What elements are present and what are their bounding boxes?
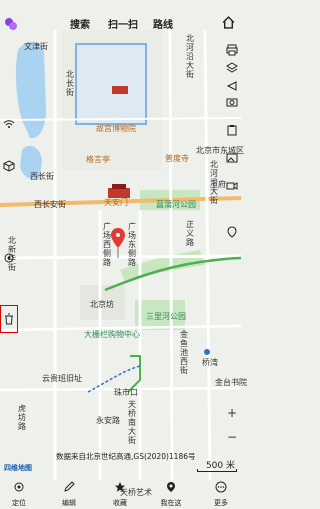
favorite-button[interactable]: 收藏 (105, 478, 135, 508)
location-icon[interactable] (226, 226, 238, 238)
app-logo-icon[interactable] (4, 17, 18, 31)
locate-button[interactable]: 定位 (4, 478, 34, 508)
route-tab[interactable]: 路线 (153, 16, 173, 31)
pencil-icon (64, 481, 75, 492)
box-3d-icon[interactable] (3, 160, 15, 172)
map-label: 正义路 (186, 220, 194, 247)
map-label: 西长街 (30, 172, 54, 181)
copyright-text: 数据来自北京世纪高通,GS(2020)1186号 (56, 452, 196, 461)
search-tab[interactable]: 搜索 (70, 16, 90, 31)
trash-button[interactable] (0, 305, 18, 333)
map-canvas[interactable] (0, 0, 241, 509)
map-label-park: 大栅栏购物中心 (84, 330, 140, 339)
more-button[interactable]: 更多 (206, 478, 236, 508)
wifi-icon[interactable] (3, 118, 15, 130)
map-label-poi: 故宫博物院 (96, 124, 136, 133)
map-label: 金台书院 (215, 378, 247, 387)
pin-icon (167, 482, 175, 492)
map-label-park: 三里河公园 (146, 312, 186, 321)
star-icon (115, 482, 125, 492)
printer-icon[interactable] (226, 44, 238, 56)
zoom-out-button[interactable]: − (225, 430, 239, 444)
map-label: 永安路 (96, 416, 120, 425)
home-icon[interactable] (222, 16, 235, 29)
more-label: 更多 (214, 499, 228, 507)
scan-tab[interactable]: 扫一扫 (108, 16, 138, 31)
scale-bar (197, 469, 237, 472)
map-label: 金鱼池西街 (180, 330, 188, 375)
layers-icon[interactable] (226, 62, 238, 74)
crosshair-icon (14, 482, 24, 492)
map-label-poi: 格言亭 (86, 155, 110, 164)
map-label: 广场西侧路 (103, 222, 111, 267)
map-label: 天桥南大街 (128, 400, 136, 445)
settings-icon[interactable] (3, 252, 15, 264)
zoom-in-button[interactable]: + (225, 406, 239, 420)
brand-logo: 四维地图 (4, 464, 32, 472)
map-label: 云贵班旧址 (42, 374, 82, 383)
map-label-poi: 普度寺 (165, 154, 189, 163)
map-label: 珠市口 (114, 388, 138, 397)
map-label: 桥湾 (202, 358, 218, 367)
map-label: 王府 (210, 180, 226, 189)
where-label: 我在这 (160, 499, 182, 507)
favorite-label: 收藏 (113, 499, 127, 507)
map-label: 北京坊 (90, 300, 114, 309)
map-label: 北长街 (66, 70, 74, 97)
edit-label: 编辑 (62, 499, 76, 507)
map-label-poi: 天安门 (104, 198, 128, 207)
map-label-park: 菖蒲河公园 (156, 200, 196, 209)
trash-icon (5, 313, 13, 325)
where-button[interactable]: 我在这 (156, 478, 186, 508)
share-icon[interactable] (226, 80, 238, 92)
map-label: 广场东侧路 (128, 222, 136, 267)
map-label: 西长安街 (34, 200, 66, 209)
edit-button[interactable]: 编辑 (54, 478, 84, 508)
more-icon (215, 481, 227, 493)
map-label: 虎坊路 (18, 404, 26, 431)
video-icon[interactable] (226, 180, 238, 192)
top-bar: 搜索 扫一扫 路线 (0, 0, 241, 46)
camera-icon[interactable] (226, 96, 238, 108)
locate-label: 定位 (12, 499, 26, 507)
photo-icon[interactable] (226, 152, 238, 164)
clipboard-icon[interactable] (226, 124, 238, 136)
